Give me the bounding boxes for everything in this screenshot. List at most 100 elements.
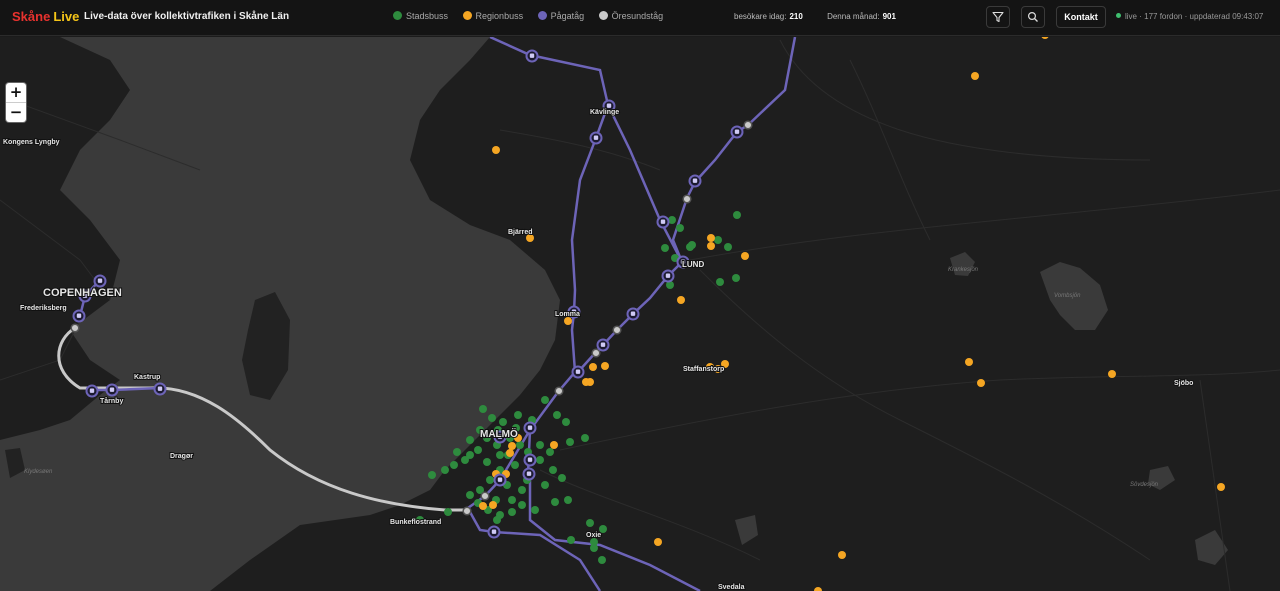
stadsbuss-marker[interactable] xyxy=(732,274,740,282)
pagatag-marker[interactable] xyxy=(661,269,675,283)
stadsbuss-marker[interactable] xyxy=(549,466,557,474)
stadsbuss-marker[interactable] xyxy=(441,466,449,474)
regionbuss-marker[interactable] xyxy=(506,449,514,457)
stadsbuss-marker[interactable] xyxy=(661,244,669,252)
stadsbuss-marker[interactable] xyxy=(516,441,524,449)
pagatag-marker[interactable] xyxy=(493,473,507,487)
stadsbuss-marker[interactable] xyxy=(453,448,461,456)
regionbuss-marker[interactable] xyxy=(1217,483,1225,491)
regionbuss-marker[interactable] xyxy=(677,296,685,304)
stadsbuss-marker[interactable] xyxy=(716,278,724,286)
regionbuss-marker[interactable] xyxy=(564,317,572,325)
regionbuss-marker[interactable] xyxy=(1108,370,1116,378)
brand-logo[interactable]: Skåne Live xyxy=(12,9,79,24)
stadsbuss-marker[interactable] xyxy=(562,418,570,426)
pagatag-marker[interactable] xyxy=(571,365,585,379)
stadsbuss-marker[interactable] xyxy=(531,506,539,514)
pagatag-marker[interactable] xyxy=(72,309,86,323)
stadsbuss-marker[interactable] xyxy=(428,471,436,479)
pagatag-marker[interactable] xyxy=(522,467,536,481)
regionbuss-marker[interactable] xyxy=(601,362,609,370)
regionbuss-marker[interactable] xyxy=(741,252,749,260)
regionbuss-marker[interactable] xyxy=(550,441,558,449)
stadsbuss-marker[interactable] xyxy=(558,474,566,482)
stadsbuss-marker[interactable] xyxy=(496,451,504,459)
pagatag-marker[interactable] xyxy=(656,215,670,229)
stadsbuss-marker[interactable] xyxy=(566,438,574,446)
regionbuss-marker[interactable] xyxy=(479,502,487,510)
contact-button[interactable]: Kontakt xyxy=(1056,6,1106,28)
stadsbuss-marker[interactable] xyxy=(733,211,741,219)
stadsbuss-marker[interactable] xyxy=(466,491,474,499)
zoom-in-button[interactable]: + xyxy=(6,83,26,103)
oresundstag-marker[interactable] xyxy=(70,323,80,333)
oresundstag-marker[interactable] xyxy=(554,386,564,396)
stadsbuss-marker[interactable] xyxy=(546,448,554,456)
stadsbuss-marker[interactable] xyxy=(581,434,589,442)
stadsbuss-marker[interactable] xyxy=(590,538,598,546)
regionbuss-marker[interactable] xyxy=(492,146,500,154)
regionbuss-marker[interactable] xyxy=(977,379,985,387)
stadsbuss-marker[interactable] xyxy=(724,243,732,251)
pagatag-marker[interactable] xyxy=(85,384,99,398)
stadsbuss-marker[interactable] xyxy=(536,441,544,449)
pagatag-marker[interactable] xyxy=(688,174,702,188)
oresundstag-marker[interactable] xyxy=(591,348,601,358)
pagatag-marker[interactable] xyxy=(596,338,610,352)
stadsbuss-marker[interactable] xyxy=(466,436,474,444)
zoom-out-button[interactable]: − xyxy=(6,103,26,122)
stadsbuss-marker[interactable] xyxy=(511,461,519,469)
stadsbuss-marker[interactable] xyxy=(444,508,452,516)
search-button[interactable] xyxy=(1021,6,1045,28)
filter-button[interactable] xyxy=(986,6,1010,28)
stadsbuss-marker[interactable] xyxy=(486,476,494,484)
regionbuss-marker[interactable] xyxy=(586,378,594,386)
pagatag-marker[interactable] xyxy=(105,383,119,397)
regionbuss-marker[interactable] xyxy=(707,242,715,250)
stadsbuss-marker[interactable] xyxy=(474,446,482,454)
pagatag-marker[interactable] xyxy=(487,525,501,539)
regionbuss-marker[interactable] xyxy=(489,501,497,509)
regionbuss-marker[interactable] xyxy=(1041,37,1049,39)
regionbuss-marker[interactable] xyxy=(838,551,846,559)
pagatag-marker[interactable] xyxy=(525,49,539,63)
stadsbuss-marker[interactable] xyxy=(493,516,501,524)
pagatag-marker[interactable] xyxy=(730,125,744,139)
stadsbuss-marker[interactable] xyxy=(586,519,594,527)
regionbuss-marker[interactable] xyxy=(589,363,597,371)
stadsbuss-marker[interactable] xyxy=(676,224,684,232)
regionbuss-marker[interactable] xyxy=(707,234,715,242)
stadsbuss-marker[interactable] xyxy=(518,501,526,509)
stadsbuss-marker[interactable] xyxy=(450,461,458,469)
stadsbuss-marker[interactable] xyxy=(483,458,491,466)
oresundstag-marker[interactable] xyxy=(480,491,490,501)
regionbuss-marker[interactable] xyxy=(965,358,973,366)
oresundstag-marker[interactable] xyxy=(462,506,472,516)
stadsbuss-marker[interactable] xyxy=(536,456,544,464)
map-canvas[interactable]: Kongens Lyngby COPENHAGEN Frederiksberg … xyxy=(0,37,1280,591)
pagatag-marker[interactable] xyxy=(153,382,167,396)
stadsbuss-marker[interactable] xyxy=(508,508,516,516)
stadsbuss-marker[interactable] xyxy=(567,536,575,544)
regionbuss-marker[interactable] xyxy=(508,442,516,450)
stadsbuss-marker[interactable] xyxy=(553,411,561,419)
stadsbuss-marker[interactable] xyxy=(479,405,487,413)
pagatag-marker[interactable] xyxy=(93,274,107,288)
stadsbuss-marker[interactable] xyxy=(564,496,572,504)
stadsbuss-marker[interactable] xyxy=(714,236,722,244)
pagatag-marker[interactable] xyxy=(589,131,603,145)
regionbuss-marker[interactable] xyxy=(654,538,662,546)
stadsbuss-marker[interactable] xyxy=(541,396,549,404)
regionbuss-marker[interactable] xyxy=(814,587,822,591)
regionbuss-marker[interactable] xyxy=(971,72,979,80)
stadsbuss-marker[interactable] xyxy=(551,498,559,506)
stadsbuss-marker[interactable] xyxy=(499,418,507,426)
pagatag-marker[interactable] xyxy=(523,453,537,467)
oresundstag-marker[interactable] xyxy=(743,120,753,130)
stadsbuss-marker[interactable] xyxy=(488,414,496,422)
stadsbuss-marker[interactable] xyxy=(598,556,606,564)
oresundstag-marker[interactable] xyxy=(612,325,622,335)
stadsbuss-marker[interactable] xyxy=(508,496,516,504)
stadsbuss-marker[interactable] xyxy=(518,486,526,494)
stadsbuss-marker[interactable] xyxy=(688,241,696,249)
